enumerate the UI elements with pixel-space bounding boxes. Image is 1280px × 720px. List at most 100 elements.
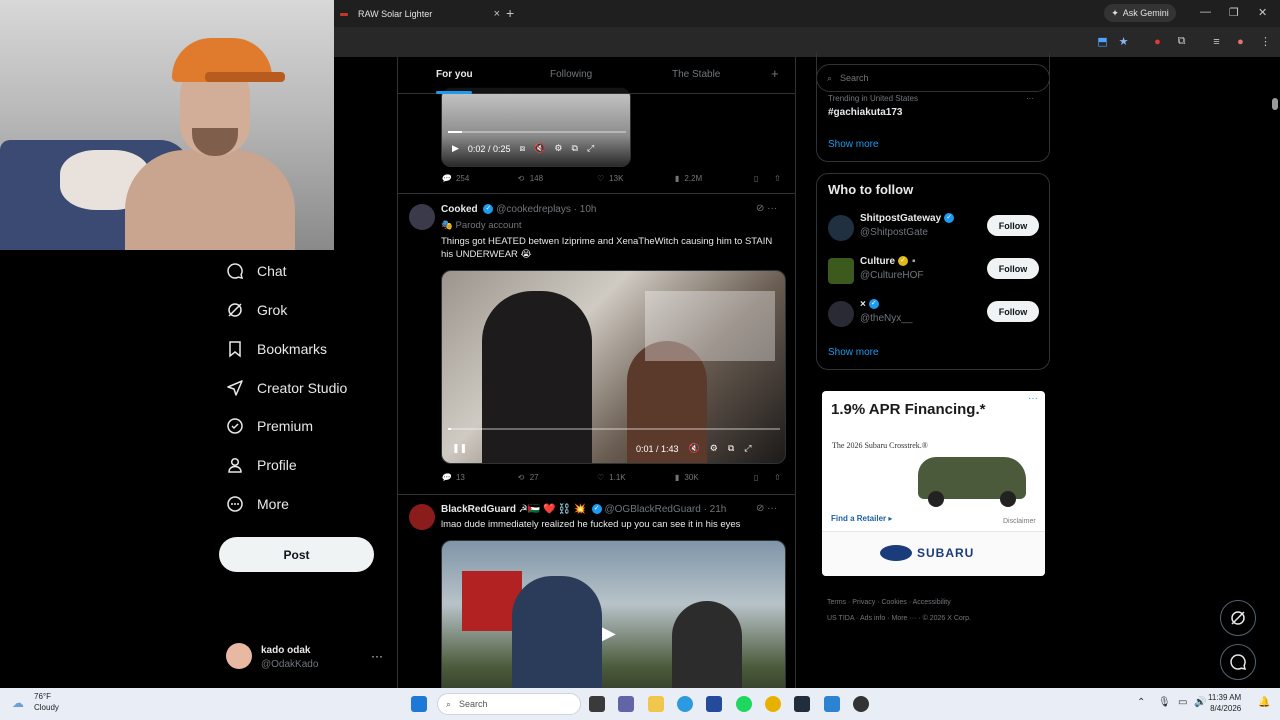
trend-tag[interactable]: #gachiakuta173 bbox=[828, 107, 903, 118]
footer-ads-info[interactable]: Ads info bbox=[860, 615, 885, 622]
follow-button[interactable]: Follow bbox=[987, 215, 1039, 236]
footer-accessibility[interactable]: Accessibility bbox=[913, 599, 951, 606]
tab-the-stable[interactable]: The Stable bbox=[672, 69, 720, 80]
mute-icon[interactable]: 🔇 bbox=[534, 143, 545, 154]
captions-icon[interactable]: ⧈ bbox=[519, 143, 525, 154]
ad-disclaimer[interactable]: Disclaimer bbox=[1003, 518, 1036, 525]
reply-button[interactable]: 💬 13 bbox=[441, 473, 465, 482]
browser-menu-icon[interactable]: ⋮ bbox=[1259, 35, 1272, 48]
views-button[interactable]: ▮ 30K bbox=[675, 473, 699, 482]
taskbar-clock[interactable]: 11:39 AM 8/4/2026 bbox=[1208, 692, 1241, 714]
video-progress-bar[interactable] bbox=[448, 131, 626, 133]
repost-button[interactable]: ⟲ 27 bbox=[518, 473, 539, 482]
ad-cta-link[interactable]: Find a Retailer ▸ bbox=[831, 514, 892, 523]
tab-close-icon[interactable]: × bbox=[494, 8, 500, 20]
ad-options-icon[interactable]: ··· bbox=[1028, 393, 1038, 404]
nav-item-creator-studio[interactable]: Creator Studio bbox=[226, 376, 347, 400]
page-scrollbar[interactable] bbox=[1270, 57, 1280, 688]
extensions-puzzle-icon[interactable]: ⧉ bbox=[1175, 35, 1188, 48]
tab-for-you[interactable]: For you bbox=[436, 69, 473, 80]
play-icon[interactable]: ▶ bbox=[452, 143, 459, 154]
file-explorer-icon[interactable] bbox=[648, 696, 664, 712]
extension-red-icon[interactable]: ● bbox=[1151, 35, 1164, 48]
new-tab-button[interactable]: + bbox=[506, 5, 514, 21]
pause-icon[interactable]: ❚❚ bbox=[452, 443, 467, 454]
tray-chevron-icon[interactable]: ⌃ bbox=[1137, 697, 1145, 708]
footer-privacy[interactable]: Privacy bbox=[852, 599, 875, 606]
tweet-video-2[interactable]: ▶ bbox=[441, 540, 786, 688]
settings-icon[interactable]: ⚙ bbox=[710, 443, 718, 454]
nav-item-more[interactable]: More bbox=[226, 492, 289, 516]
footer-us-tida[interactable]: US TIDA bbox=[827, 615, 854, 622]
mute-icon[interactable]: 🔇 bbox=[689, 443, 700, 454]
grok-float-button[interactable] bbox=[1220, 600, 1256, 636]
reply-button[interactable]: 💬 254 bbox=[441, 174, 469, 183]
bookmark-tweet-icon[interactable]: ▯ bbox=[754, 174, 758, 183]
post-button[interactable]: Post bbox=[219, 537, 374, 572]
pip-icon[interactable]: ⧉ bbox=[572, 143, 578, 154]
task-view-icon[interactable] bbox=[589, 696, 605, 712]
trend-more-icon[interactable]: ··· bbox=[1026, 94, 1034, 103]
maximize-icon[interactable]: ❐ bbox=[1229, 6, 1239, 19]
bookmark-star-icon[interactable]: ★ bbox=[1117, 35, 1130, 48]
nav-item-profile[interactable]: Profile bbox=[226, 453, 297, 477]
taskbar-search[interactable]: ⌕ Search bbox=[437, 693, 581, 715]
tweet-author-handle[interactable]: @OGBlackRedGuard bbox=[604, 504, 700, 515]
ad-banner[interactable]: 1.9% APR Financing.* ··· The 2026 Subaru… bbox=[822, 391, 1045, 576]
add-tab-button[interactable]: + bbox=[771, 66, 779, 81]
network-icon[interactable]: ▭ bbox=[1178, 697, 1187, 708]
reading-list-icon[interactable]: ≡ bbox=[1210, 35, 1223, 48]
tweet-author-name[interactable]: Cooked bbox=[441, 204, 478, 215]
footer-more[interactable]: More ··· bbox=[891, 615, 916, 622]
like-button[interactable]: ♡ 13K bbox=[597, 174, 623, 183]
photos-icon[interactable] bbox=[824, 696, 840, 712]
show-more-trends[interactable]: Show more bbox=[828, 139, 879, 150]
tweet-timestamp[interactable]: · 10h bbox=[574, 204, 597, 215]
chrome-icon[interactable] bbox=[765, 696, 781, 712]
messages-float-button[interactable] bbox=[1220, 644, 1256, 680]
teams-icon[interactable] bbox=[618, 696, 634, 712]
nav-item-premium[interactable]: Premium bbox=[226, 414, 313, 438]
nav-item-grok[interactable]: Grok bbox=[226, 298, 287, 322]
tweet-author-handle[interactable]: @cookedreplays bbox=[496, 204, 571, 215]
obs-icon[interactable] bbox=[853, 696, 869, 712]
video-progress-bar[interactable] bbox=[448, 428, 780, 430]
like-button[interactable]: ♡ 1.1K bbox=[597, 473, 626, 482]
follow-button[interactable]: Follow bbox=[987, 258, 1039, 279]
minimize-icon[interactable]: — bbox=[1200, 6, 1211, 18]
settings-icon[interactable]: ⚙ bbox=[554, 143, 562, 154]
nav-item-bookmarks[interactable]: Bookmarks bbox=[226, 337, 327, 361]
scrollbar-thumb[interactable] bbox=[1272, 98, 1278, 110]
install-app-icon[interactable]: ⬒ bbox=[1096, 35, 1109, 48]
store-icon[interactable] bbox=[706, 696, 722, 712]
follow-suggestion[interactable]: ShitpostGateway ✓ @ShitpostGate Follow bbox=[828, 213, 1040, 243]
account-switcher[interactable]: kado odak @OdakKado ··· bbox=[226, 643, 386, 673]
play-icon[interactable]: ▶ bbox=[602, 623, 616, 644]
windows-start-icon[interactable] bbox=[411, 696, 427, 712]
follow-suggestion[interactable]: Culture ✓ ▪ @CultureHOF Follow bbox=[828, 256, 1040, 286]
tweet-avatar[interactable] bbox=[409, 204, 435, 230]
tweet-more-icon[interactable]: ⊘ ··· bbox=[756, 203, 777, 214]
window-close-icon[interactable]: ✕ bbox=[1258, 6, 1267, 19]
follow-button[interactable]: Follow bbox=[987, 301, 1039, 322]
tweet-timestamp[interactable]: · 21h bbox=[704, 504, 727, 515]
tweet-more-icon[interactable]: ⊘ ··· bbox=[756, 503, 777, 514]
account-menu-icon[interactable]: ··· bbox=[371, 649, 383, 663]
nav-item-chat[interactable]: Chat bbox=[226, 259, 287, 283]
share-icon[interactable]: ⇧ bbox=[774, 473, 781, 482]
bookmark-tweet-icon[interactable]: ▯ bbox=[754, 473, 758, 482]
pip-icon[interactable]: ⧉ bbox=[728, 443, 734, 454]
tweet-video[interactable]: ❚❚ 0:01 / 1:43 🔇 ⚙ ⧉ ⤢ bbox=[441, 270, 786, 464]
fullscreen-icon[interactable]: ⤢ bbox=[587, 143, 594, 154]
spotify-icon[interactable] bbox=[736, 696, 752, 712]
profile-avatar-icon[interactable]: ● bbox=[1234, 35, 1247, 48]
share-icon[interactable]: ⇧ bbox=[774, 174, 781, 183]
app-icon[interactable] bbox=[794, 696, 810, 712]
tweet-author-name[interactable]: BlackRedGuard ☭🇵🇸 ❤️ ⛓️ 💥 bbox=[441, 504, 586, 515]
ask-gemini-button[interactable]: ✦ Ask Gemini bbox=[1104, 4, 1176, 22]
tab-following[interactable]: Following bbox=[550, 69, 592, 80]
footer-cookies[interactable]: Cookies bbox=[881, 599, 906, 606]
footer-terms[interactable]: Terms bbox=[827, 599, 846, 606]
show-more-follow[interactable]: Show more bbox=[828, 347, 879, 358]
microphone-icon[interactable]: 🎙 bbox=[1158, 697, 1171, 708]
